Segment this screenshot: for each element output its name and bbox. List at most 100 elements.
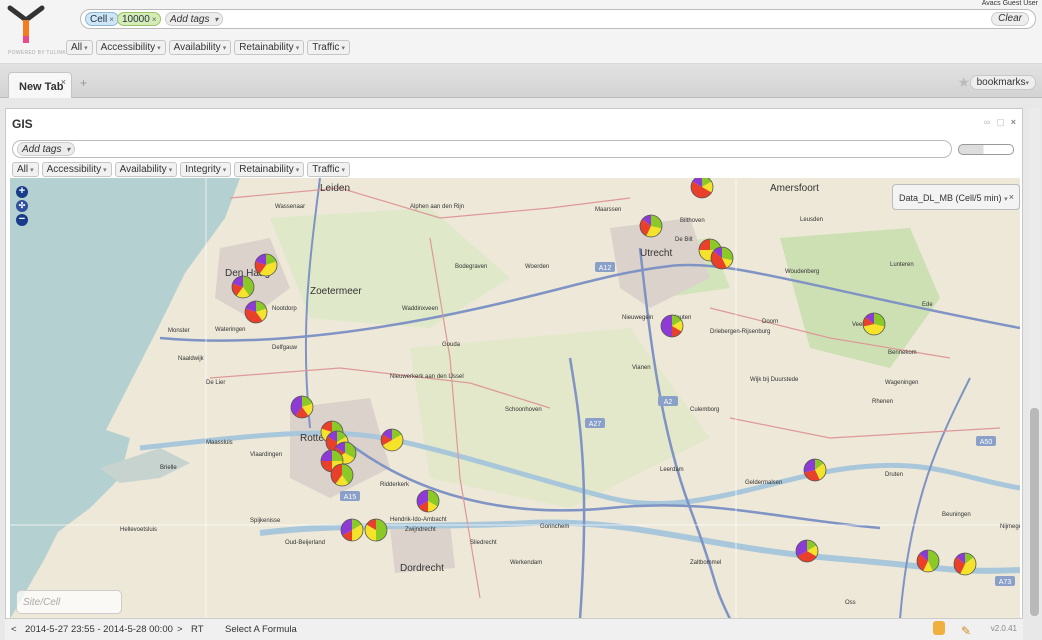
place-label: Wijk bij Duurstede [750,377,799,383]
app-logo[interactable]: POWERED BY TULINK [6,4,66,58]
place-label: Sliedrecht [470,540,497,546]
filter-all[interactable]: All ▾ [66,40,93,55]
cell-pie-marker[interactable] [330,463,354,487]
copy-icon[interactable]: ▢ [996,117,1005,128]
tab-new-tab[interactable]: New Tab × [8,72,72,98]
gis-map[interactable]: Leiden Wassenaar Alphen aan den Rijn Zoeter… [10,178,1020,619]
clear-button[interactable]: Clear [991,12,1029,26]
filter-retainability[interactable]: Retainability ▾ [234,162,305,177]
add-tab-icon[interactable]: + [80,76,87,90]
add-tags-dropdown[interactable]: Add tags ▾ [165,12,224,26]
svg-text:A27: A27 [589,421,602,428]
place-label: Woerden [525,264,549,270]
svg-text:A2: A2 [664,399,673,406]
tag-chip[interactable]: 10000 × [117,12,162,26]
close-tab-icon[interactable]: × [61,77,66,87]
chevron-down-icon: ▾ [66,145,71,154]
filter-label: All [17,164,29,175]
cell-pie-marker[interactable] [953,552,977,576]
remove-tag-icon[interactable]: × [152,15,157,24]
logo-caption: POWERED BY TULINK [8,50,66,56]
filter-traffic[interactable]: Traffic ▾ [307,162,351,177]
filter-integrity[interactable]: Integrity ▾ [180,162,232,177]
place-label: Alphen aan den Rijn [410,204,464,210]
close-icon[interactable]: × [1009,192,1014,202]
cell-pie-marker[interactable] [340,518,364,542]
filter-label: Traffic [312,164,340,175]
cell-pie-marker[interactable] [639,214,663,238]
bookmarks-label: bookmarks [976,77,1026,88]
place-label: Maarssen [595,207,621,213]
panel-tag-search[interactable]: Add tags ▾ [12,140,952,158]
cell-pie-marker[interactable] [690,178,714,199]
cell-pie-marker[interactable] [290,395,314,419]
user-name[interactable]: Avacs Guest User [982,0,1038,7]
cell-pie-marker[interactable] [862,312,886,336]
filter-traffic[interactable]: Traffic ▾ [307,40,350,55]
filter-label: Availability [119,164,167,175]
filter-retainability[interactable]: Retainability ▾ [234,40,305,55]
link-icon[interactable]: ∞ [984,117,990,128]
star-icon[interactable]: ★ [957,74,970,91]
prev-range-icon[interactable]: < [11,624,17,635]
place-label: Lunteren [890,262,914,268]
place-label: Zaltbommel [690,560,721,566]
place-label: Werkendam [510,560,542,566]
zoom-out-button[interactable]: − [16,214,28,226]
cell-pie-marker[interactable] [380,428,404,452]
scrollbar[interactable] [1029,108,1040,616]
next-range-icon[interactable]: > [177,624,183,635]
filter-availability[interactable]: Availability ▾ [114,162,178,177]
filter-accessibility[interactable]: Accessibility ▾ [41,162,112,177]
cell-pie-marker[interactable] [710,246,734,270]
bookmarks-dropdown[interactable]: bookmarks▾ [969,75,1036,90]
cell-pie-marker[interactable] [803,458,827,482]
record-icon[interactable] [933,621,945,635]
cell-pie-marker[interactable] [254,253,278,277]
panel-toggle[interactable] [958,144,1014,155]
place-label: Spijkenisse [250,518,281,524]
site-cell-input[interactable]: Site/Cell [16,590,122,614]
remove-tag-icon[interactable]: × [109,15,114,24]
tag-chip[interactable]: Cell × [85,12,119,26]
cell-pie-marker[interactable] [416,489,440,513]
add-tags-dropdown[interactable]: Add tags ▾ [17,142,76,156]
chevron-down-icon: ▾ [222,167,227,174]
zoom-in-button[interactable]: + [16,186,28,198]
formula-select[interactable]: Select A Formula [225,624,297,635]
scrollbar-thumb[interactable] [1030,408,1039,616]
pencil-icon[interactable]: ✎ [961,624,971,638]
filter-label: Accessibility [46,164,102,175]
filter-availability[interactable]: Availability ▾ [168,40,232,55]
cell-pie-marker[interactable] [231,275,255,299]
close-icon[interactable]: × [1011,117,1016,128]
gis-panel: GIS ∞ ▢ × Add tags ▾ All ▾ Accessibility ▾… [5,108,1023,640]
filter-label: Availability [173,42,221,53]
chevron-down-icon: ▾ [30,167,34,174]
compass-icon[interactable]: ✣ [16,200,28,212]
layer-select[interactable]: Data_DL_MB (Cell/5 min) ▾ × [892,184,1020,210]
place-label: Leusden [800,217,823,223]
place-label: Rhenen [872,399,893,405]
map-canvas[interactable]: Leiden Wassenaar Alphen aan den Rijn Zoeter… [10,178,1020,619]
global-tag-search[interactable]: Cell × 10000 × Add tags ▾ Clear [80,9,1036,29]
place-label: Hendrik-Ido-Ambacht [390,517,447,523]
cell-pie-marker[interactable] [244,300,268,324]
filter-accessibility[interactable]: Accessibility ▾ [95,40,166,55]
place-label: Ede [922,302,933,308]
place-label: Delfgauw [272,345,298,351]
cell-pie-marker[interactable] [660,314,684,338]
layer-select-label: Data_DL_MB (Cell/5 min) [899,193,1002,203]
cell-pie-marker[interactable] [916,549,940,573]
time-range[interactable]: 2014-5-27 23:55 - 2014-5-28 00:00 [25,624,173,635]
chevron-down-icon: ▾ [103,167,107,174]
place-label: Nieuwegein [622,315,653,321]
cell-pie-marker[interactable] [364,518,388,542]
filter-all[interactable]: All ▾ [12,162,39,177]
svg-text:A73: A73 [999,579,1012,586]
cell-pie-marker[interactable] [795,539,819,563]
tag-chip-label: 10000 [122,14,150,25]
mode-label[interactable]: RT [191,624,204,635]
zoom-controls: + ✣ − [16,186,30,228]
place-label: Wageningen [885,380,918,386]
